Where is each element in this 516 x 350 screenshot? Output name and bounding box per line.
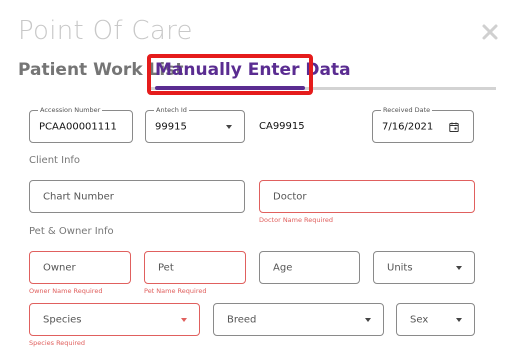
- species-select[interactable]: Species: [29, 303, 200, 336]
- chart-number-placeholder: Chart Number: [43, 191, 114, 202]
- antech-id-label: Antech Id: [154, 105, 189, 115]
- doctor-placeholder: Doctor: [273, 191, 307, 202]
- chevron-down-icon: [456, 265, 462, 270]
- account-number: CA99915: [259, 121, 305, 132]
- owner-error: Owner Name Required: [29, 287, 103, 295]
- pet-owner-info-heading: Pet & Owner Info: [29, 226, 114, 237]
- chart-number-field[interactable]: Chart Number: [29, 180, 245, 213]
- chevron-down-icon: [181, 317, 187, 322]
- dialog-title: Point Of Care: [18, 16, 193, 46]
- accession-number-value: PCAA00001111: [39, 121, 117, 132]
- client-info-heading: Client Info: [29, 155, 81, 166]
- breed-select[interactable]: Breed: [213, 303, 384, 336]
- sex-placeholder: Sex: [410, 314, 429, 325]
- tab-bar: Patient Work List Manually Enter Data: [18, 54, 496, 95]
- breed-placeholder: Breed: [227, 314, 257, 325]
- units-select[interactable]: Units: [373, 251, 475, 284]
- doctor-error: Doctor Name Required: [259, 216, 333, 224]
- tab-highlight-box: [147, 54, 313, 95]
- accession-number-label: Accession Number: [38, 105, 103, 115]
- chevron-down-icon: [226, 124, 232, 129]
- antech-id-value: 99915: [155, 121, 187, 132]
- age-field[interactable]: Age: [259, 251, 360, 284]
- owner-placeholder: Owner: [43, 262, 76, 273]
- age-placeholder: Age: [273, 262, 293, 273]
- calendar-icon[interactable]: [449, 122, 459, 132]
- chevron-down-icon: [365, 317, 371, 322]
- owner-field[interactable]: Owner: [29, 251, 131, 284]
- antech-id-select[interactable]: Antech Id 99915: [145, 105, 245, 143]
- close-icon[interactable]: [480, 22, 500, 42]
- species-placeholder: Species: [43, 314, 82, 325]
- units-placeholder: Units: [387, 262, 413, 273]
- doctor-field[interactable]: Doctor: [259, 180, 475, 213]
- accession-number-field[interactable]: Accession Number PCAA00001111: [29, 105, 133, 143]
- received-date-value: 7/16/2021: [382, 121, 434, 132]
- pet-error: Pet Name Required: [144, 287, 207, 295]
- species-error: Species Required: [29, 339, 86, 347]
- pet-placeholder: Pet: [158, 262, 174, 273]
- sex-select[interactable]: Sex: [396, 303, 475, 336]
- chevron-down-icon: [456, 317, 462, 322]
- received-date-field[interactable]: Received Date 7/16/2021: [372, 105, 474, 143]
- pet-field[interactable]: Pet: [144, 251, 246, 284]
- received-date-label: Received Date: [381, 105, 433, 115]
